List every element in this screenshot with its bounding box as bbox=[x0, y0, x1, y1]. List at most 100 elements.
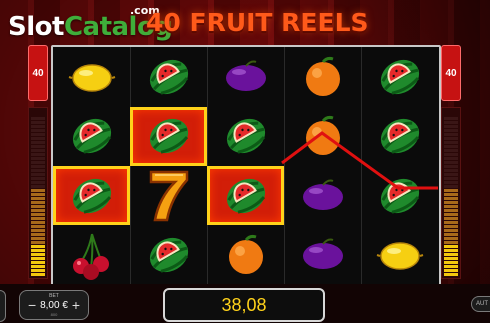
meter-segment bbox=[31, 145, 45, 148]
meter-segment bbox=[444, 265, 458, 268]
meter-segment bbox=[444, 273, 458, 276]
meter-segment bbox=[444, 205, 458, 208]
game-title: 40 FRUIT REELS bbox=[146, 8, 369, 37]
meter-segment bbox=[444, 201, 458, 204]
meter-segment bbox=[444, 229, 458, 232]
meter-segment bbox=[31, 249, 45, 252]
meter-segment bbox=[31, 137, 45, 140]
meter-segment bbox=[31, 153, 45, 156]
right-progress-meter bbox=[441, 107, 461, 279]
plum-symbol bbox=[207, 47, 284, 106]
meter-segment bbox=[444, 161, 458, 164]
bet-control: − BET 8,00 € 800 + bbox=[19, 290, 89, 320]
left-lines-indicator: 40 bbox=[28, 45, 48, 280]
plum-symbol bbox=[284, 166, 361, 225]
watermelon-symbol bbox=[361, 47, 438, 106]
meter-segment bbox=[31, 129, 45, 132]
plum-symbol bbox=[284, 226, 361, 285]
meter-segment bbox=[31, 253, 45, 256]
meter-segment bbox=[31, 217, 45, 220]
logo-slot-text: Slot bbox=[8, 12, 64, 42]
meter-segment bbox=[31, 205, 45, 208]
left-lines-count: 40 bbox=[28, 45, 48, 101]
watermelon-symbol bbox=[361, 166, 438, 225]
meter-segment bbox=[31, 213, 45, 216]
meter-segment bbox=[444, 125, 458, 128]
meter-segment bbox=[444, 249, 458, 252]
meter-segment bbox=[444, 133, 458, 136]
menu-button[interactable] bbox=[0, 290, 6, 322]
meter-segment bbox=[31, 221, 45, 224]
seven-symbol bbox=[130, 166, 207, 225]
meter-segment bbox=[444, 233, 458, 236]
watermelon-symbol bbox=[130, 106, 207, 166]
orange-symbol bbox=[284, 47, 361, 106]
autoplay-button[interactable]: AUT bbox=[471, 296, 490, 312]
meter-segment bbox=[31, 185, 45, 188]
meter-segment bbox=[444, 145, 458, 148]
meter-segment bbox=[31, 181, 45, 184]
meter-segment bbox=[444, 213, 458, 216]
meter-segment bbox=[31, 125, 45, 128]
meter-segment bbox=[444, 269, 458, 272]
meter-segment bbox=[31, 169, 45, 172]
meter-segment bbox=[444, 157, 458, 160]
bet-increase-button[interactable]: + bbox=[72, 297, 80, 313]
meter-segment bbox=[444, 121, 458, 124]
meter-segment bbox=[444, 193, 458, 196]
left-progress-meter bbox=[28, 107, 48, 279]
meter-segment bbox=[31, 245, 45, 248]
meter-segment bbox=[444, 189, 458, 192]
meter-segment bbox=[444, 209, 458, 212]
meter-segment bbox=[31, 225, 45, 228]
meter-segment bbox=[444, 153, 458, 156]
meter-segment bbox=[444, 261, 458, 264]
meter-segment bbox=[444, 177, 458, 180]
meter-segment bbox=[444, 197, 458, 200]
meter-segment bbox=[31, 157, 45, 160]
meter-segment bbox=[31, 177, 45, 180]
watermelon-symbol bbox=[207, 107, 284, 166]
meter-segment bbox=[31, 117, 45, 120]
meter-segment bbox=[31, 197, 45, 200]
meter-segment bbox=[31, 265, 45, 268]
meter-segment bbox=[31, 149, 45, 152]
lemon-symbol bbox=[53, 47, 130, 106]
meter-segment bbox=[31, 261, 45, 264]
right-lines-count: 40 bbox=[441, 45, 461, 101]
meter-segment bbox=[31, 189, 45, 192]
watermelon-symbol bbox=[130, 226, 207, 285]
meter-segment bbox=[444, 141, 458, 144]
meter-segment bbox=[31, 257, 45, 260]
meter-segment bbox=[31, 273, 45, 276]
meter-segment bbox=[444, 117, 458, 120]
meter-segment bbox=[444, 253, 458, 256]
meter-segment bbox=[444, 169, 458, 172]
meter-segment bbox=[31, 161, 45, 164]
meter-segment bbox=[444, 185, 458, 188]
meter-segment bbox=[31, 133, 45, 136]
meter-segment bbox=[31, 121, 45, 124]
meter-segment bbox=[444, 225, 458, 228]
watermelon-symbol bbox=[361, 107, 438, 166]
watermelon-symbol bbox=[53, 107, 130, 166]
meter-segment bbox=[31, 237, 45, 240]
win-amount: 38,08 bbox=[221, 294, 267, 315]
win-display: 38,08 bbox=[163, 288, 325, 322]
reels-grid bbox=[51, 45, 441, 287]
meter-segment bbox=[444, 129, 458, 132]
meter-segment bbox=[444, 221, 458, 224]
meter-segment bbox=[31, 269, 45, 272]
right-lines-indicator: 40 bbox=[441, 45, 461, 280]
meter-segment bbox=[444, 241, 458, 244]
meter-segment bbox=[31, 165, 45, 168]
meter-segment bbox=[444, 149, 458, 152]
watermelon-symbol bbox=[53, 166, 130, 225]
meter-segment bbox=[31, 229, 45, 232]
meter-segment bbox=[31, 209, 45, 212]
cherries-symbol bbox=[53, 226, 130, 285]
meter-segment bbox=[31, 193, 45, 196]
watermelon-symbol bbox=[207, 166, 284, 225]
meter-segment bbox=[444, 137, 458, 140]
meter-segment bbox=[444, 237, 458, 240]
